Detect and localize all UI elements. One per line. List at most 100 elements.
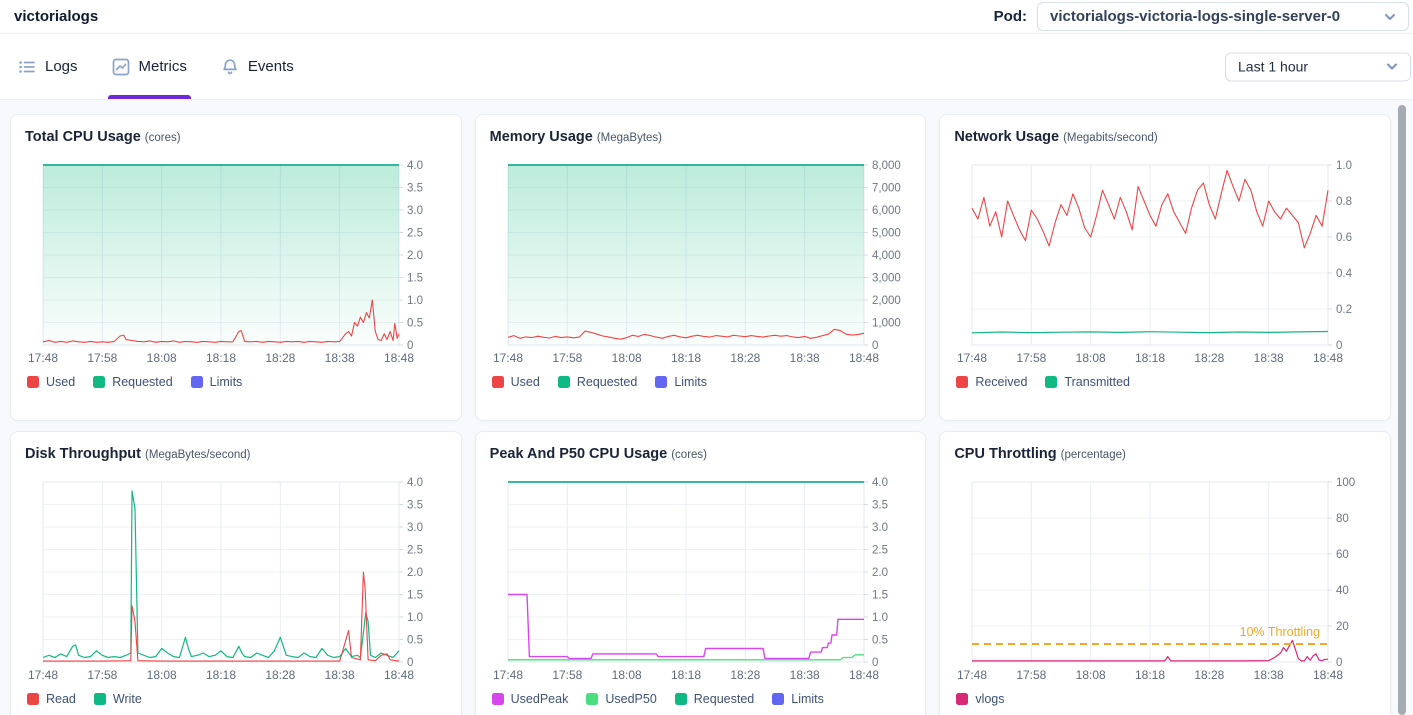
legend-item-received[interactable]: Received <box>956 375 1027 389</box>
legend-label: UsedPeak <box>511 692 569 706</box>
chart-legend: vlogs <box>954 692 1376 706</box>
svg-text:18:48: 18:48 <box>384 351 414 365</box>
svg-text:1.0: 1.0 <box>1336 160 1352 172</box>
tab-logs[interactable]: Logs <box>14 34 82 99</box>
chart-legend: Read Write <box>25 692 447 706</box>
svg-text:18:08: 18:08 <box>611 668 641 682</box>
svg-text:0.6: 0.6 <box>1336 232 1352 244</box>
chevron-down-icon <box>1384 11 1396 23</box>
legend-label: Limits <box>791 692 824 706</box>
legend-item-limits[interactable]: Limits <box>191 375 243 389</box>
legend-item-vlogs[interactable]: vlogs <box>956 692 1004 706</box>
svg-text:18:28: 18:28 <box>1195 351 1225 365</box>
legend-item-read[interactable]: Read <box>27 692 76 706</box>
legend-swatch <box>492 693 504 705</box>
tab-events[interactable]: Events <box>217 34 298 99</box>
svg-text:18:28: 18:28 <box>265 351 295 365</box>
legend-label: Requested <box>112 375 172 389</box>
legend-item-limits[interactable]: Limits <box>772 692 824 706</box>
pod-select[interactable]: victorialogs-victoria-logs-single-server… <box>1037 2 1409 31</box>
legend-swatch <box>93 376 105 388</box>
legend-label: Used <box>46 375 75 389</box>
svg-text:3.0: 3.0 <box>872 522 888 534</box>
card-network-usage: Network Usage(Megabits/second) 00.20.40.… <box>939 114 1391 421</box>
peak-p50-cpu-usage-chart: 00.51.01.52.02.53.03.54.017:4817:5818:08… <box>490 474 912 686</box>
svg-text:18:48: 18:48 <box>849 668 879 682</box>
legend-label: Used <box>511 375 540 389</box>
chevron-down-icon <box>1386 61 1398 73</box>
card-title: Peak And P50 CPU Usage(cores) <box>490 446 912 462</box>
legend-item-used[interactable]: Used <box>27 375 75 389</box>
svg-text:18:48: 18:48 <box>849 351 879 365</box>
svg-text:18:18: 18:18 <box>1135 668 1165 682</box>
time-range-value: Last 1 hour <box>1238 59 1308 75</box>
card-unit: (cores) <box>145 132 181 144</box>
legend-swatch <box>1045 376 1057 388</box>
chart-legend: Used Requested Limits <box>490 375 912 389</box>
svg-text:18:18: 18:18 <box>206 668 236 682</box>
card-peak-p50-cpu-usage: Peak And P50 CPU Usage(cores) 00.51.01.5… <box>475 431 927 715</box>
card-unit: (MegaBytes/second) <box>145 449 250 461</box>
svg-text:3.5: 3.5 <box>872 500 888 512</box>
svg-text:3.0: 3.0 <box>407 205 423 217</box>
svg-text:18:18: 18:18 <box>1135 351 1165 365</box>
legend-swatch <box>27 693 39 705</box>
legend-label: Received <box>975 375 1027 389</box>
chart-legend: Used Requested Limits <box>25 375 447 389</box>
legend-item-usedp50[interactable]: UsedP50 <box>586 692 656 706</box>
svg-text:18:38: 18:38 <box>789 668 819 682</box>
svg-text:18:18: 18:18 <box>206 351 236 365</box>
memory-usage-chart: 01,0002,0003,0004,0005,0006,0007,0008,00… <box>490 157 912 369</box>
svg-text:1.0: 1.0 <box>872 612 888 624</box>
svg-text:18:38: 18:38 <box>325 668 355 682</box>
metrics-chart-icon <box>112 58 130 76</box>
tab-metrics[interactable]: Metrics <box>108 34 191 99</box>
tab-label: Metrics <box>139 58 187 75</box>
chart-legend: Received Transmitted <box>954 375 1376 389</box>
svg-text:0.8: 0.8 <box>1336 196 1352 208</box>
svg-text:2.5: 2.5 <box>407 228 423 240</box>
svg-text:17:48: 17:48 <box>28 668 58 682</box>
svg-text:18:08: 18:08 <box>611 351 641 365</box>
svg-text:17:58: 17:58 <box>1017 351 1047 365</box>
legend-label: vlogs <box>975 692 1004 706</box>
svg-text:17:58: 17:58 <box>87 351 117 365</box>
svg-text:18:48: 18:48 <box>1313 668 1343 682</box>
legend-item-usedpeak[interactable]: UsedPeak <box>492 692 569 706</box>
tab-label: Events <box>248 58 294 75</box>
svg-text:40: 40 <box>1336 585 1349 597</box>
svg-text:2.0: 2.0 <box>407 567 423 579</box>
svg-text:17:58: 17:58 <box>552 351 582 365</box>
legend-item-requested[interactable]: Requested <box>675 692 754 706</box>
legend-label: Write <box>113 692 142 706</box>
card-title: Network Usage(Megabits/second) <box>954 129 1376 145</box>
svg-text:1.5: 1.5 <box>872 590 888 602</box>
svg-text:17:48: 17:48 <box>493 668 523 682</box>
legend-item-requested[interactable]: Requested <box>558 375 637 389</box>
card-title: Memory Usage(MegaBytes) <box>490 129 912 145</box>
legend-swatch <box>956 376 968 388</box>
cpu-throttling-chart: 10% Throttling02040608010017:4817:5818:0… <box>954 474 1376 686</box>
alert-bell-icon <box>221 58 239 76</box>
legend-label: UsedP50 <box>605 692 656 706</box>
legend-swatch <box>655 376 667 388</box>
legend-item-transmitted[interactable]: Transmitted <box>1045 375 1130 389</box>
card-total-cpu-usage: Total CPU Usage(cores) 00.51.01.52.02.53… <box>10 114 462 421</box>
legend-item-write[interactable]: Write <box>94 692 142 706</box>
card-title: Total CPU Usage(cores) <box>25 129 447 145</box>
card-title: CPU Throttling(percentage) <box>954 446 1376 462</box>
time-range-select[interactable]: Last 1 hour <box>1225 52 1411 81</box>
svg-text:18:18: 18:18 <box>671 351 701 365</box>
svg-text:8,000: 8,000 <box>872 160 901 172</box>
legend-item-requested[interactable]: Requested <box>93 375 172 389</box>
svg-text:3.5: 3.5 <box>407 183 423 195</box>
legend-swatch <box>956 693 968 705</box>
vertical-scrollbar[interactable] <box>1398 105 1406 715</box>
svg-text:17:58: 17:58 <box>1017 668 1047 682</box>
total-cpu-usage-chart: 00.51.01.52.02.53.03.54.017:4817:5818:08… <box>25 157 447 369</box>
svg-text:5,000: 5,000 <box>872 228 901 240</box>
svg-text:1.0: 1.0 <box>407 295 423 307</box>
legend-item-used[interactable]: Used <box>492 375 540 389</box>
legend-item-limits[interactable]: Limits <box>655 375 707 389</box>
legend-swatch <box>27 376 39 388</box>
